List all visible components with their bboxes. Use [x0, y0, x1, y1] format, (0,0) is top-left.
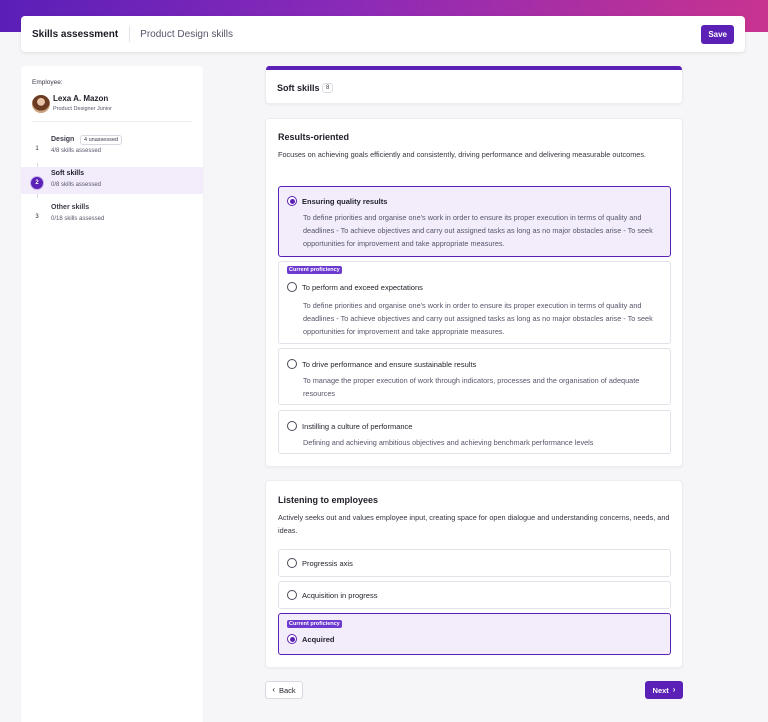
section-accent-bar [266, 66, 682, 70]
current-proficiency-badge: Current proficiency [287, 266, 342, 274]
save-button[interactable]: Save [701, 24, 734, 44]
app-header: Skills assessment Product Design skills … [21, 16, 745, 52]
option-description: To manage the proper execution of work t… [303, 376, 640, 398]
section-title: Soft skills [277, 83, 320, 93]
option-label: Instilling a culture of performance [302, 422, 413, 431]
option-acquired[interactable]: Current proficiency Acquired [278, 613, 671, 655]
employee-role: Product Designer Junior [53, 106, 113, 112]
employee-name: Lexa A. Mazon [53, 94, 109, 103]
skill-title: Listening to employees [278, 495, 379, 505]
option-perform-and-exceed[interactable]: Current proficiency To perform and excee… [278, 261, 671, 344]
next-label: Next [652, 685, 669, 695]
option-drive-performance[interactable]: To drive performance and ensure sustaina… [278, 348, 671, 405]
skill-card-results-oriented: Results-oriented Focuses on achieving go… [265, 118, 683, 467]
option-description: To define priorities and organise one's … [303, 213, 653, 248]
radio-button[interactable] [287, 282, 297, 292]
step-name: Other skills [51, 204, 90, 211]
header-divider [129, 26, 131, 42]
option-ensuring-quality-results[interactable]: Ensuring quality results To define prior… [278, 186, 671, 257]
step-count: 4/8 skills assessed [51, 148, 102, 154]
radio-button[interactable] [287, 196, 297, 206]
option-label: To drive performance and ensure sustaina… [302, 360, 477, 369]
skill-card-listening-to-employees: Listening to employees Actively seeks ou… [265, 480, 683, 668]
avatar [32, 95, 50, 113]
option-description: Defining and achieving ambitious objecti… [303, 438, 594, 447]
option-label: Acquisition in progress [302, 591, 378, 600]
radio-button[interactable] [287, 359, 297, 369]
skill-title: Results-oriented [278, 132, 350, 142]
option-label: Acquired [302, 635, 335, 644]
page-title: Skills assessment [32, 28, 119, 40]
step-soft-skills[interactable]: 2 Soft skills 0/8 skills assessed [21, 167, 203, 194]
unassessed-badge: 4 unassessed [80, 135, 122, 145]
chevron-right-icon: › [672, 685, 676, 694]
radio-button[interactable] [287, 421, 297, 431]
step-name: Soft skills [51, 170, 85, 177]
step-count: 0/8 skills assessed [51, 182, 102, 188]
step-name: Design [51, 136, 75, 143]
page-subtitle: Product Design skills [140, 28, 233, 40]
step-number: 3 [30, 210, 44, 224]
chevron-left-icon: ‹ [272, 685, 275, 694]
option-label: Ensuring quality results [302, 197, 388, 206]
step-number: 1 [30, 142, 44, 156]
option-acquisition-in-progress[interactable]: Acquisition in progress [278, 581, 671, 609]
radio-button[interactable] [287, 558, 297, 568]
step-other-skills[interactable]: 3 Other skills 0/18 skills assessed [21, 201, 203, 228]
current-proficiency-badge: Current proficiency [287, 620, 342, 628]
option-label: To perform and exceed expectations [302, 283, 423, 292]
section-count-badge: 8 [322, 83, 334, 93]
back-button[interactable]: ‹ Back [265, 681, 303, 699]
skill-description: Focuses on achieving goals efficiently a… [278, 150, 647, 159]
option-progressis-axis[interactable]: Progressis axis [278, 549, 671, 577]
step-count: 0/18 skills assessed [51, 216, 105, 222]
back-label: Back [278, 685, 296, 695]
option-description: To define priorities and organise one's … [303, 301, 653, 336]
sidebar: Employee: Lexa A. Mazon Product Designer… [21, 66, 203, 722]
step-design[interactable]: 1 Design 4 unassessed 4/8 skills assesse… [21, 133, 203, 160]
radio-button[interactable] [287, 590, 297, 600]
step-number: 2 [30, 176, 44, 190]
skill-description: Actively seeks out and values employee i… [278, 513, 670, 535]
employee-label: Employee: [32, 79, 63, 86]
section-header: Soft skills 8 [265, 66, 683, 104]
radio-button[interactable] [287, 634, 297, 644]
option-label: Progressis axis [302, 559, 353, 568]
next-button[interactable]: Next › [645, 681, 683, 699]
sidebar-divider [32, 121, 192, 122]
option-instilling-culture[interactable]: Instilling a culture of performance Defi… [278, 410, 671, 454]
